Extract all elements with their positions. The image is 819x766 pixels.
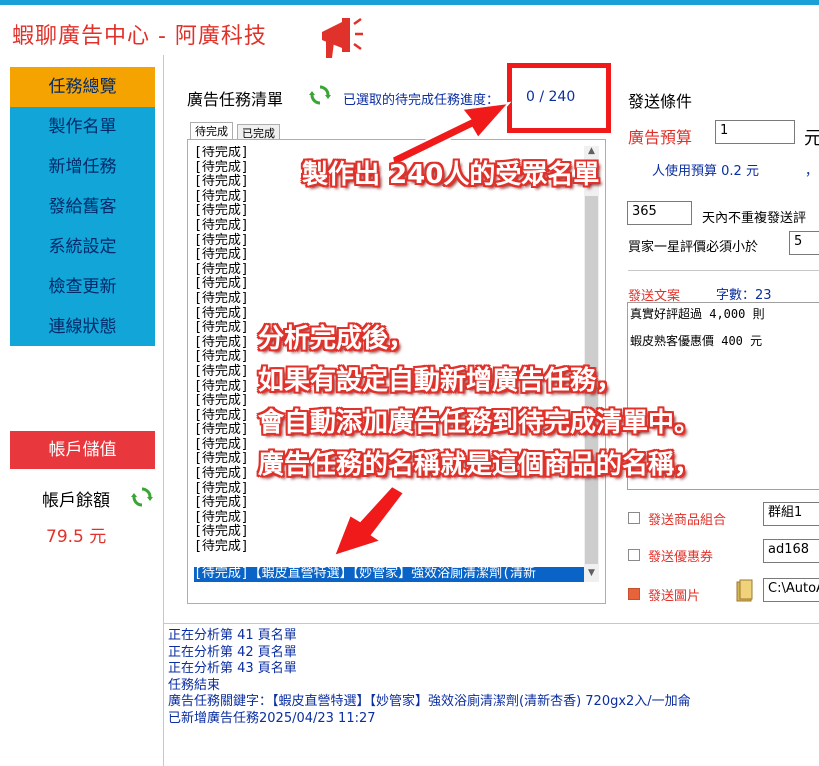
arrow-to-selected-row: [332, 484, 406, 558]
annotation-top: 製作出 240人的受眾名單: [302, 160, 600, 190]
annotation-line: 分析完成後，: [258, 324, 415, 354]
annotation-line: 廣告任務的名稱就是這個商品的名稱，: [258, 450, 701, 480]
annotation-line: 如果有設定自動新增廣告任務，: [258, 366, 623, 396]
annotation-line: 會自動添加廣告任務到待完成清單中。: [258, 408, 701, 438]
